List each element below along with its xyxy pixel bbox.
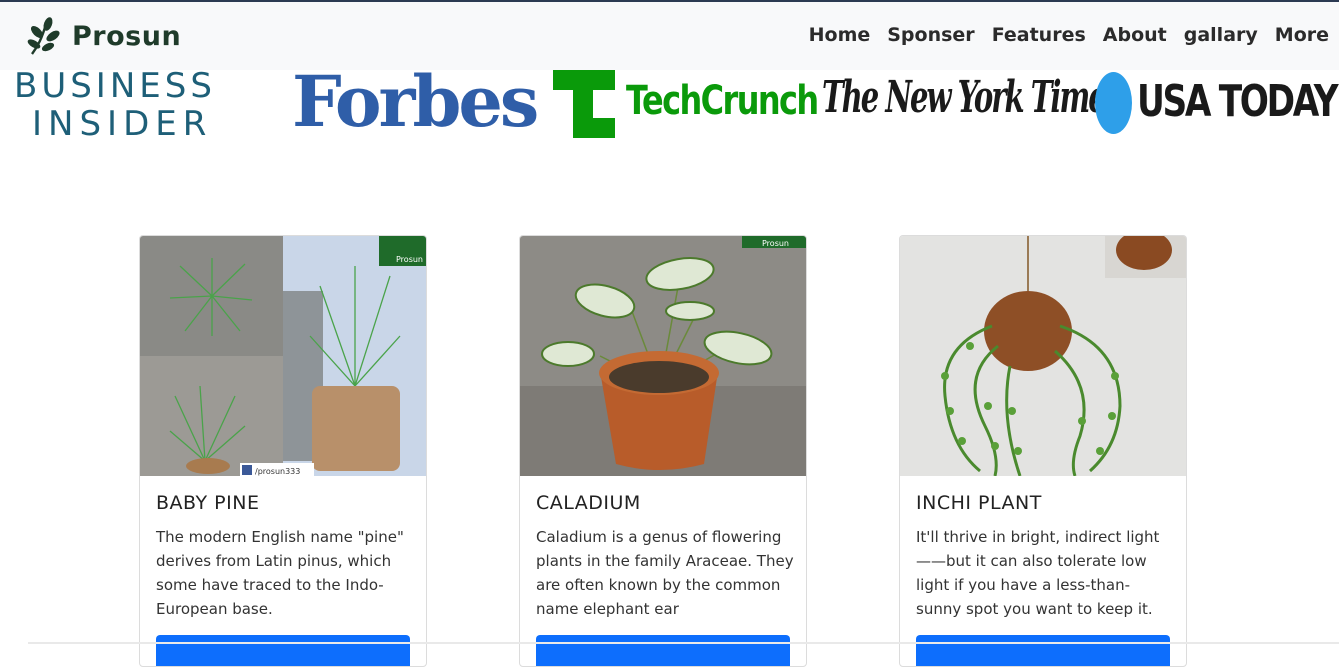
nyt-logo: The New York Times — [822, 72, 1121, 123]
business-insider-line2: INSIDER — [32, 104, 213, 144]
inchi-plant-image — [900, 236, 1186, 476]
usa-today-wordmark: USA TODAY — [1137, 76, 1339, 127]
brand-name: Prosun — [72, 20, 182, 52]
nav-more[interactable]: More — [1275, 24, 1329, 46]
bottom-divider — [28, 642, 1339, 644]
product-card: Prosun CALADIUM Caladium is a genus of f… — [519, 235, 807, 667]
card-title: BABY PINE — [156, 492, 260, 514]
nav-menu: Home Sponser Features About gallary More — [792, 24, 1329, 46]
card-button[interactable] — [156, 635, 410, 666]
image-caption: /prosun333 — [255, 467, 300, 476]
usa-today-dot-icon — [1095, 72, 1132, 134]
card-text: Caladium is a genus of flowering plants … — [536, 528, 794, 618]
image-watermark: Prosun — [396, 255, 423, 264]
card-title: CALADIUM — [536, 492, 641, 514]
nav-about[interactable]: About — [1103, 24, 1167, 46]
brand-link[interactable]: Prosun — [26, 16, 181, 56]
card-text: It'll thrive in bright, indirect light——… — [916, 528, 1160, 618]
techcrunch-logo: TechCrunch — [553, 70, 819, 142]
card-button[interactable] — [916, 635, 1170, 666]
image-watermark: Prosun — [762, 239, 789, 248]
techcrunch-mark-icon — [553, 70, 615, 138]
nav-gallary[interactable]: gallary — [1184, 24, 1258, 46]
caladium-image: Prosun — [520, 236, 806, 476]
usa-today-logo: USA TODAY — [1095, 70, 1339, 142]
nav-features[interactable]: Features — [992, 24, 1086, 46]
card-title: INCHI PLANT — [916, 492, 1042, 514]
forbes-logo: Forbes — [292, 60, 539, 143]
navbar: Prosun Home Sponser Features About galla… — [0, 2, 1339, 70]
leaf-branch-icon — [27, 17, 60, 55]
baby-pine-image: Prosun /prosun333 — [140, 236, 426, 476]
card-text: The modern English name "pine" derives f… — [156, 528, 404, 618]
business-insider-line1: BUSINESS — [14, 66, 216, 106]
card-button[interactable] — [536, 635, 790, 666]
nav-sponser[interactable]: Sponser — [887, 24, 974, 46]
nav-home[interactable]: Home — [809, 24, 871, 46]
press-logos: BUSINESS INSIDER Forbes TechCrunch The N… — [0, 60, 1339, 144]
product-card: Prosun /prosun333 BABY PINE The modern E… — [139, 235, 427, 667]
business-insider-logo: BUSINESS INSIDER — [14, 66, 234, 144]
product-card: INCHI PLANT It'll thrive in bright, indi… — [899, 235, 1187, 667]
techcrunch-wordmark: TechCrunch — [626, 78, 819, 124]
